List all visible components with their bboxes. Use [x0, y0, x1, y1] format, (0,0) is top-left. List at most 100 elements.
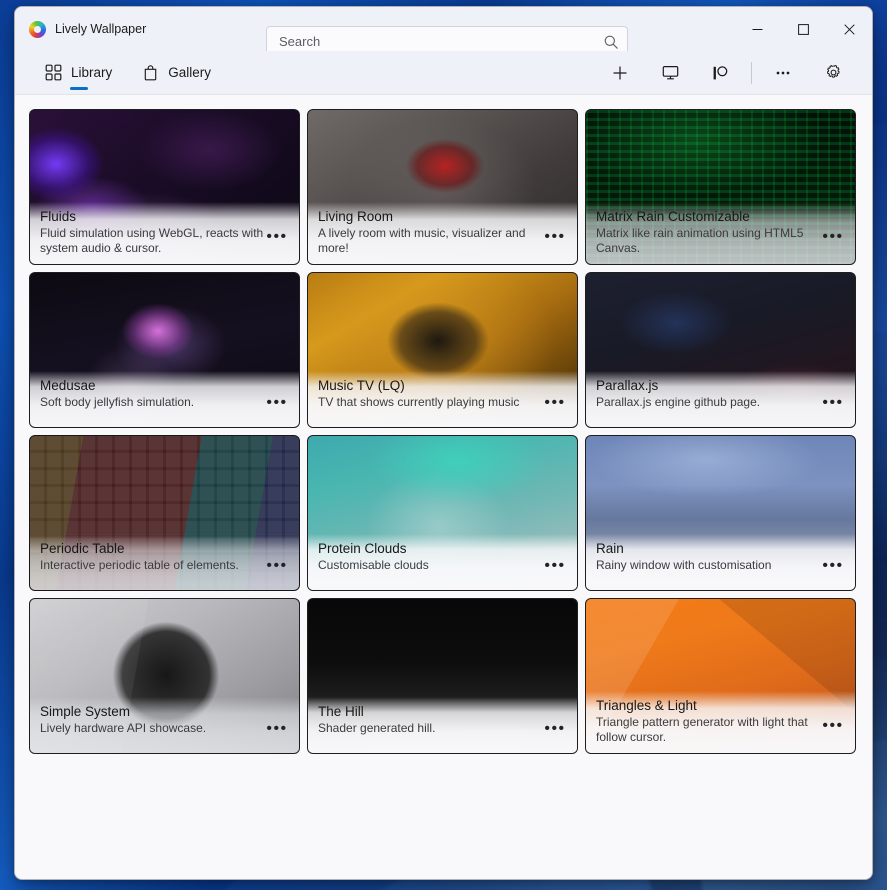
wallpaper-more-button[interactable]: •••	[543, 232, 567, 242]
wallpaper-description: TV that shows currently playing music	[318, 395, 543, 410]
wallpaper-more-button[interactable]: •••	[821, 561, 845, 571]
wallpaper-card[interactable]: The HillShader generated hill.•••	[307, 598, 578, 754]
search-input[interactable]	[279, 34, 603, 49]
select-display-button[interactable]	[651, 57, 689, 89]
wallpaper-text: RainRainy window with customisation	[596, 540, 821, 573]
app-title: Lively Wallpaper	[55, 22, 146, 36]
wallpaper-more-button[interactable]: •••	[265, 561, 289, 571]
wallpaper-text: MedusaeSoft body jellyfish simulation.	[40, 377, 265, 410]
patreon-button[interactable]	[701, 57, 739, 89]
wallpaper-title: Matrix Rain Customizable	[596, 208, 821, 225]
wallpaper-card[interactable]: Triangles & LightTriangle pattern genera…	[585, 598, 856, 754]
shopping-bag-icon	[142, 64, 159, 81]
wallpaper-more-button[interactable]: •••	[543, 724, 567, 734]
wallpaper-title: Triangles & Light	[596, 697, 821, 714]
wallpaper-card-footer: Simple SystemLively hardware API showcas…	[30, 697, 299, 753]
wallpaper-description: Parallax.js engine github page.	[596, 395, 821, 410]
wallpaper-description: A lively room with music, visualizer and…	[318, 226, 543, 256]
tab-bar: Library Gallery	[15, 51, 215, 94]
wallpaper-description: Shader generated hill.	[318, 721, 543, 736]
more-options-button[interactable]	[764, 57, 802, 89]
app-brand: Lively Wallpaper	[15, 21, 250, 38]
wallpaper-card-footer: FluidsFluid simulation using WebGL, reac…	[30, 202, 299, 264]
wallpaper-more-button[interactable]: •••	[821, 721, 845, 731]
wallpaper-card[interactable]: FluidsFluid simulation using WebGL, reac…	[29, 109, 300, 265]
library-content: FluidsFluid simulation using WebGL, reac…	[15, 95, 872, 879]
wallpaper-description: Fluid simulation using WebGL, reacts wit…	[40, 226, 265, 256]
wallpaper-more-button[interactable]: •••	[543, 561, 567, 571]
tab-gallery[interactable]: Gallery	[138, 51, 215, 94]
settings-button[interactable]	[814, 57, 852, 89]
minimize-icon	[752, 24, 763, 35]
tab-library-label: Library	[71, 65, 112, 80]
desktop-background: Lively Wallpaper	[0, 0, 887, 890]
wallpaper-card[interactable]: Protein CloudsCustomisable clouds•••	[307, 435, 578, 591]
maximize-button[interactable]	[780, 7, 826, 51]
maximize-icon	[798, 24, 809, 35]
tab-library[interactable]: Library	[41, 51, 116, 94]
wallpaper-card[interactable]: Matrix Rain CustomizableMatrix like rain…	[585, 109, 856, 265]
ellipsis-icon	[774, 64, 792, 82]
wallpaper-text: Periodic TableInteractive periodic table…	[40, 540, 265, 573]
wallpaper-title: Medusae	[40, 377, 265, 394]
title-bar: Lively Wallpaper	[15, 7, 872, 51]
patreon-icon	[711, 64, 729, 82]
close-button[interactable]	[826, 7, 872, 51]
gear-icon	[824, 63, 843, 82]
wallpaper-card[interactable]: RainRainy window with customisation•••	[585, 435, 856, 591]
wallpaper-description: Interactive periodic table of elements.	[40, 558, 265, 573]
wallpaper-description: Lively hardware API showcase.	[40, 721, 265, 736]
wallpaper-grid: FluidsFluid simulation using WebGL, reac…	[29, 109, 858, 754]
wallpaper-text: Music TV (LQ)TV that shows currently pla…	[318, 377, 543, 410]
wallpaper-card-footer: Living RoomA lively room with music, vis…	[308, 202, 577, 264]
wallpaper-text: Simple SystemLively hardware API showcas…	[40, 703, 265, 736]
wallpaper-card-footer: RainRainy window with customisation•••	[586, 534, 855, 590]
wallpaper-card-footer: Periodic TableInteractive periodic table…	[30, 534, 299, 590]
window-controls	[734, 7, 872, 51]
wallpaper-card[interactable]: Music TV (LQ)TV that shows currently pla…	[307, 272, 578, 428]
wallpaper-title: Fluids	[40, 208, 265, 225]
wallpaper-more-button[interactable]: •••	[543, 398, 567, 408]
wallpaper-text: Matrix Rain CustomizableMatrix like rain…	[596, 208, 821, 256]
wallpaper-card-footer: MedusaeSoft body jellyfish simulation.••…	[30, 371, 299, 427]
add-wallpaper-button[interactable]	[601, 57, 639, 89]
wallpaper-card[interactable]: Living RoomA lively room with music, vis…	[307, 109, 578, 265]
wallpaper-description: Triangle pattern generator with light th…	[596, 715, 821, 745]
close-icon	[844, 24, 855, 35]
wallpaper-text: Parallax.jsParallax.js engine github pag…	[596, 377, 821, 410]
toolbar-actions	[595, 51, 872, 94]
wallpaper-more-button[interactable]: •••	[821, 398, 845, 408]
toolbar: Library Gallery	[15, 51, 872, 95]
wallpaper-title: Rain	[596, 540, 821, 557]
wallpaper-more-button[interactable]: •••	[265, 398, 289, 408]
wallpaper-text: Living RoomA lively room with music, vis…	[318, 208, 543, 256]
wallpaper-card[interactable]: Periodic TableInteractive periodic table…	[29, 435, 300, 591]
wallpaper-card[interactable]: MedusaeSoft body jellyfish simulation.••…	[29, 272, 300, 428]
wallpaper-description: Soft body jellyfish simulation.	[40, 395, 265, 410]
search-icon[interactable]	[603, 34, 619, 50]
minimize-button[interactable]	[734, 7, 780, 51]
wallpaper-title: Living Room	[318, 208, 543, 225]
wallpaper-description: Matrix like rain animation using HTML5 C…	[596, 226, 821, 256]
wallpaper-title: Music TV (LQ)	[318, 377, 543, 394]
wallpaper-title: Periodic Table	[40, 540, 265, 557]
plus-icon	[611, 64, 629, 82]
wallpaper-card-footer: Parallax.jsParallax.js engine github pag…	[586, 371, 855, 427]
lively-logo-icon	[29, 21, 46, 38]
wallpaper-more-button[interactable]: •••	[265, 724, 289, 734]
wallpaper-description: Customisable clouds	[318, 558, 543, 573]
wallpaper-card[interactable]: Simple SystemLively hardware API showcas…	[29, 598, 300, 754]
wallpaper-text: The HillShader generated hill.	[318, 703, 543, 736]
wallpaper-title: The Hill	[318, 703, 543, 720]
wallpaper-more-button[interactable]: •••	[265, 232, 289, 242]
grid-icon	[45, 64, 62, 81]
wallpaper-card-footer: Triangles & LightTriangle pattern genera…	[586, 691, 855, 753]
wallpaper-card[interactable]: Parallax.jsParallax.js engine github pag…	[585, 272, 856, 428]
wallpaper-title: Simple System	[40, 703, 265, 720]
monitor-icon	[661, 63, 680, 82]
wallpaper-card-footer: The HillShader generated hill.•••	[308, 697, 577, 753]
wallpaper-more-button[interactable]: •••	[821, 232, 845, 242]
wallpaper-description: Rainy window with customisation	[596, 558, 821, 573]
wallpaper-text: FluidsFluid simulation using WebGL, reac…	[40, 208, 265, 256]
tab-gallery-label: Gallery	[168, 65, 211, 80]
